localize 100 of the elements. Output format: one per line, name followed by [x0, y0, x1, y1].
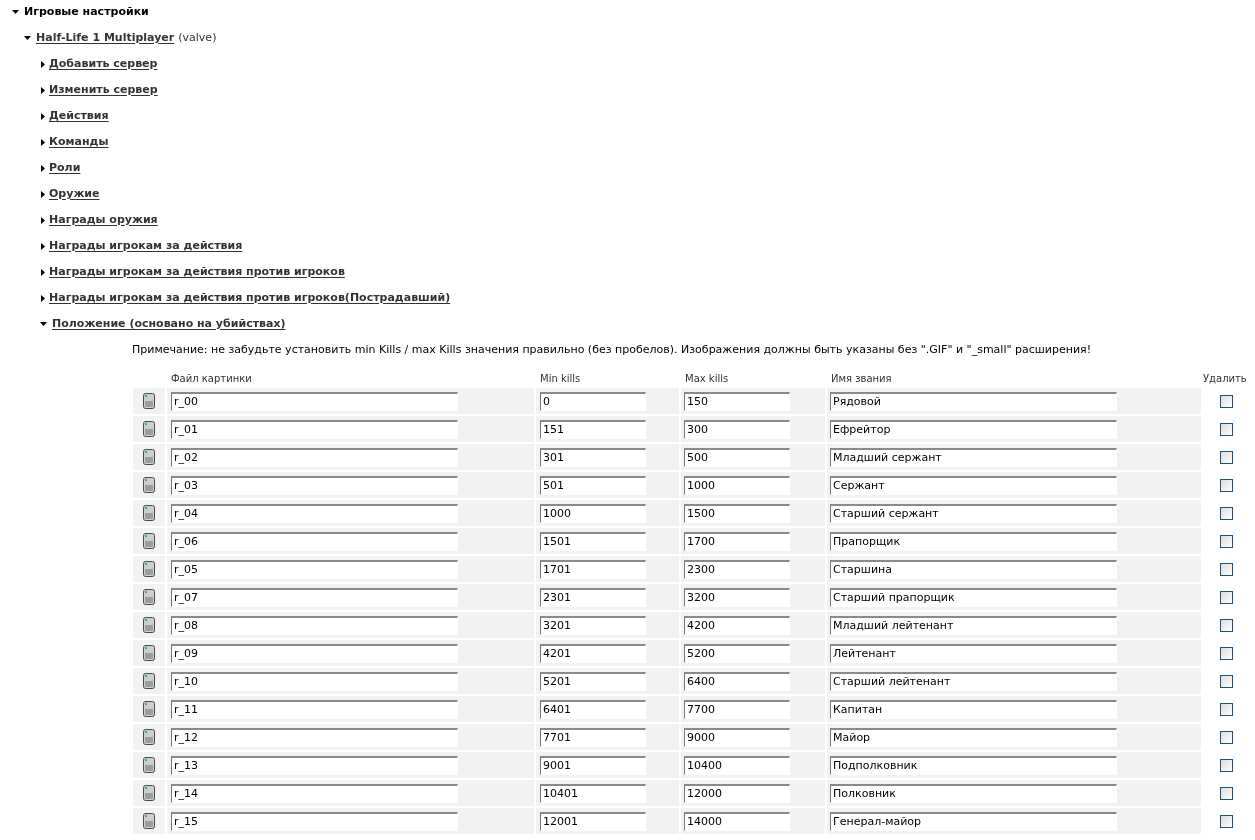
rank-name-field[interactable]: Младший лейтенант: [830, 615, 1117, 635]
delete-checkbox[interactable]: [1219, 450, 1233, 464]
rank-name-field[interactable]: Капитан: [830, 699, 1117, 719]
min-kills-field[interactable]: 4201: [540, 643, 646, 663]
tree-link[interactable]: Роли: [49, 159, 81, 177]
image-file-field[interactable]: r_04: [171, 503, 458, 523]
delete-checkbox[interactable]: [1219, 786, 1233, 800]
image-file-field[interactable]: r_00: [171, 391, 458, 411]
tree-link[interactable]: Награды игрокам за действия: [49, 237, 243, 255]
max-kills-field[interactable]: 6400: [684, 671, 790, 691]
rank-name-field[interactable]: Майор: [830, 727, 1117, 747]
min-kills-field[interactable]: 9001: [540, 755, 646, 775]
min-kills-field[interactable]: 10401: [540, 783, 646, 803]
image-file-field[interactable]: r_15: [171, 811, 458, 831]
caret-right-icon[interactable]: [41, 86, 45, 94]
delete-checkbox[interactable]: [1219, 814, 1233, 828]
rank-name-field[interactable]: Лейтенант: [830, 643, 1117, 663]
max-kills-field[interactable]: 7700: [684, 699, 790, 719]
min-kills-field[interactable]: 7701: [540, 727, 646, 747]
image-file-field[interactable]: r_03: [171, 475, 458, 495]
min-kills-field[interactable]: 6401: [540, 699, 646, 719]
delete-checkbox[interactable]: [1219, 422, 1233, 436]
max-kills-field[interactable]: 5200: [684, 643, 790, 663]
caret-right-icon[interactable]: [41, 242, 45, 250]
delete-checkbox[interactable]: [1219, 618, 1233, 632]
min-kills-field[interactable]: 2301: [540, 587, 646, 607]
image-file-field[interactable]: r_09: [171, 643, 458, 663]
caret-right-icon[interactable]: [41, 190, 45, 198]
min-kills-field[interactable]: 5201: [540, 671, 646, 691]
max-kills-field[interactable]: 1500: [684, 503, 790, 523]
tree-link[interactable]: Half-Life 1 Multiplayer: [36, 29, 175, 47]
max-kills-field[interactable]: 3200: [684, 587, 790, 607]
delete-checkbox[interactable]: [1219, 730, 1233, 744]
min-kills-field[interactable]: 1701: [540, 559, 646, 579]
caret-right-icon[interactable]: [41, 138, 45, 146]
delete-checkbox[interactable]: [1219, 506, 1233, 520]
image-file-field[interactable]: r_12: [171, 727, 458, 747]
rank-name-field[interactable]: Ефрейтор: [830, 419, 1117, 439]
image-file-field[interactable]: r_01: [171, 419, 458, 439]
min-kills-field[interactable]: 1501: [540, 531, 646, 551]
caret-right-icon[interactable]: [41, 164, 45, 172]
image-file-field[interactable]: r_11: [171, 699, 458, 719]
max-kills-field[interactable]: 1700: [684, 531, 790, 551]
rank-name-field[interactable]: Старший сержант: [830, 503, 1117, 523]
max-kills-field[interactable]: 1000: [684, 475, 790, 495]
rank-name-field[interactable]: Подполковник: [830, 755, 1117, 775]
max-kills-field[interactable]: 14000: [684, 811, 790, 831]
min-kills-field[interactable]: 12001: [540, 811, 646, 831]
caret-down-icon[interactable]: [12, 10, 19, 14]
rank-name-field[interactable]: Рядовой: [830, 391, 1117, 411]
rank-name-field[interactable]: Старший прапорщик: [830, 587, 1117, 607]
tree-link[interactable]: Положение (основано на убийствах): [52, 315, 286, 333]
tree-link[interactable]: Добавить сервер: [49, 55, 158, 73]
delete-checkbox[interactable]: [1219, 674, 1233, 688]
rank-name-field[interactable]: Генерал-майор: [830, 811, 1117, 831]
delete-checkbox[interactable]: [1219, 702, 1233, 716]
rank-name-field[interactable]: Прапорщик: [830, 531, 1117, 551]
caret-right-icon[interactable]: [41, 216, 45, 224]
rank-name-field[interactable]: Старшина: [830, 559, 1117, 579]
min-kills-field[interactable]: 301: [540, 447, 646, 467]
delete-checkbox[interactable]: [1219, 646, 1233, 660]
max-kills-field[interactable]: 150: [684, 391, 790, 411]
max-kills-field[interactable]: 4200: [684, 615, 790, 635]
image-file-field[interactable]: r_08: [171, 615, 458, 635]
rank-name-field[interactable]: Сержант: [830, 475, 1117, 495]
caret-right-icon[interactable]: [41, 294, 45, 302]
tree-link[interactable]: Команды: [49, 133, 109, 151]
min-kills-field[interactable]: 501: [540, 475, 646, 495]
min-kills-field[interactable]: 0: [540, 391, 646, 411]
delete-checkbox[interactable]: [1219, 478, 1233, 492]
max-kills-field[interactable]: 9000: [684, 727, 790, 747]
rank-name-field[interactable]: Полковник: [830, 783, 1117, 803]
image-file-field[interactable]: r_02: [171, 447, 458, 467]
min-kills-field[interactable]: 151: [540, 419, 646, 439]
max-kills-field[interactable]: 300: [684, 419, 790, 439]
caret-right-icon[interactable]: [41, 268, 45, 276]
max-kills-field[interactable]: 500: [684, 447, 790, 467]
min-kills-field[interactable]: 3201: [540, 615, 646, 635]
tree-link[interactable]: Награды игрокам за действия против игроков: [49, 263, 345, 281]
caret-down-icon[interactable]: [24, 36, 31, 40]
image-file-field[interactable]: r_05: [171, 559, 458, 579]
tree-link[interactable]: Награды игрокам за действия против игроков(Пострадавший): [49, 289, 451, 307]
image-file-field[interactable]: r_13: [171, 755, 458, 775]
delete-checkbox[interactable]: [1219, 562, 1233, 576]
delete-checkbox[interactable]: [1219, 394, 1233, 408]
rank-name-field[interactable]: Старший лейтенант: [830, 671, 1117, 691]
delete-checkbox[interactable]: [1219, 758, 1233, 772]
image-file-field[interactable]: r_06: [171, 531, 458, 551]
rank-name-field[interactable]: Младший сержант: [830, 447, 1117, 467]
tree-link[interactable]: Действия: [49, 107, 109, 125]
max-kills-field[interactable]: 12000: [684, 783, 790, 803]
image-file-field[interactable]: r_10: [171, 671, 458, 691]
min-kills-field[interactable]: 1000: [540, 503, 646, 523]
max-kills-field[interactable]: 10400: [684, 755, 790, 775]
tree-link[interactable]: Награды оружия: [49, 211, 158, 229]
image-file-field[interactable]: r_14: [171, 783, 458, 803]
image-file-field[interactable]: r_07: [171, 587, 458, 607]
tree-link[interactable]: Оружие: [49, 185, 100, 203]
max-kills-field[interactable]: 2300: [684, 559, 790, 579]
tree-link[interactable]: Изменить сервер: [49, 81, 158, 99]
